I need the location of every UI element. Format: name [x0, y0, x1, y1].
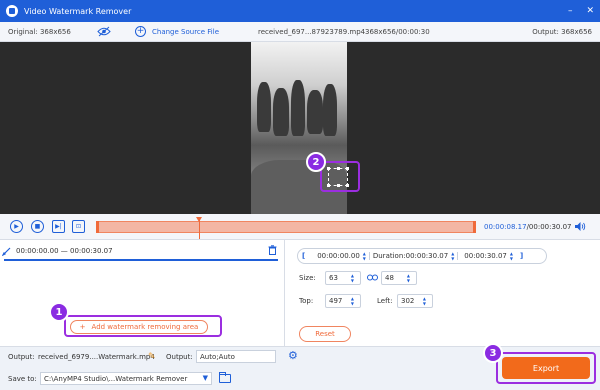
play-button[interactable]: ▶ [10, 220, 23, 233]
start-time-field[interactable]: 00:00:00.00 [317, 252, 360, 260]
playhead[interactable] [196, 217, 203, 239]
save-to-label: Save to: [8, 375, 37, 383]
duration-field[interactable]: 00:00:30.07 [406, 252, 449, 260]
edit-pencil-icon[interactable]: ✎ [148, 352, 156, 362]
size-label: Size: [299, 274, 316, 282]
height-field[interactable]: 48 ▲ ▼ [381, 271, 417, 285]
dropdown-arrow-icon[interactable]: ▼ [203, 374, 208, 382]
height-value: 48 [385, 274, 394, 282]
time-readout: 00:00:08.17/00:00:30.07 [484, 223, 572, 231]
window-title: Video Watermark Remover [24, 6, 132, 16]
minimize-button[interactable]: – [568, 6, 573, 16]
top-label: Top: [299, 297, 314, 305]
title-bar: Video Watermark Remover – ✕ [0, 0, 600, 22]
duration-spinner[interactable]: ▲ ▼ [451, 251, 454, 261]
plus-icon: + [135, 26, 146, 37]
set-start-bracket[interactable]: [ [302, 252, 305, 260]
volume-icon[interactable] [574, 221, 586, 234]
callout-badge-1: 1 [49, 302, 69, 322]
brush-icon [1, 246, 12, 258]
app-logo-icon [6, 5, 18, 17]
gear-icon[interactable]: ⚙ [288, 349, 298, 362]
area-settings-panel: [ 00:00:00.00 ▲ ▼ Duration: 00:00:30.07 ▲… [284, 240, 600, 346]
stop-button[interactable]: ■ [31, 220, 44, 233]
info-bar: Original: 368x656 + Change Source File r… [0, 22, 600, 42]
width-field[interactable]: 63 ▲ ▼ [325, 271, 361, 285]
callout-frame-3 [496, 352, 596, 384]
left-spinner[interactable]: ▲ ▼ [423, 296, 426, 306]
top-value: 497 [329, 297, 343, 305]
save-path-select[interactable]: C:\AnyMP4 Studio\...Watermark Remover ▼ [40, 372, 212, 385]
file-name: received_697...87923789.mp4 [258, 27, 366, 36]
end-time-field[interactable]: 00:00:30.07 [457, 252, 507, 260]
close-button[interactable]: ✕ [586, 6, 594, 16]
change-source-label: Change Source File [152, 27, 220, 36]
next-frame-button[interactable]: ▶| [52, 220, 65, 233]
file-meta: 368x656/00:00:30 [365, 27, 430, 36]
top-field[interactable]: 497 ▲ ▼ [325, 294, 361, 308]
player-controls: ▶ ■ ▶| ⊡ 00:00:08.17/00:00:30.07 [0, 214, 600, 240]
callout-frame-1 [64, 315, 222, 337]
left-value: 302 [401, 297, 415, 305]
output-file-name: received_6979....Watermark.mp4 [38, 353, 155, 361]
start-time-spinner[interactable]: ▲ ▼ [363, 251, 366, 261]
timeline-track[interactable] [96, 217, 476, 239]
width-value: 63 [329, 274, 338, 282]
output-label: Output: [8, 353, 35, 361]
total-time: /00:00:30.07 [526, 223, 572, 231]
trash-icon[interactable] [268, 245, 277, 257]
clip-time-range: 00:00:00.00 — 00:00:30.07 [16, 247, 113, 255]
original-resolution: Original: 368x656 [8, 27, 71, 36]
top-spinner[interactable]: ▲ ▼ [351, 296, 354, 306]
trim-start-handle[interactable] [96, 221, 99, 233]
height-spinner[interactable]: ▲ ▼ [407, 273, 410, 283]
output-format-label: Output: [166, 353, 193, 361]
left-field[interactable]: 302 ▲ ▼ [397, 294, 433, 308]
folder-icon[interactable] [219, 372, 231, 383]
set-end-bracket[interactable]: ] [520, 252, 523, 260]
output-resolution: Output: 368x656 [532, 27, 592, 36]
output-format-field[interactable]: Auto;Auto [196, 350, 276, 363]
trim-end-handle[interactable] [473, 221, 476, 233]
eye-slash-icon[interactable] [97, 26, 111, 39]
callout-badge-3: 3 [483, 343, 503, 363]
save-path-value: C:\AnyMP4 Studio\...Watermark Remover [44, 375, 188, 383]
callout-badge-2: 2 [306, 152, 326, 172]
link-icon[interactable] [367, 273, 378, 284]
current-time: 00:00:08.17 [484, 223, 527, 231]
reset-button[interactable]: Reset [299, 326, 351, 342]
duration-label: Duration: [368, 252, 406, 260]
clip-row[interactable]: 00:00:00.00 — 00:00:30.07 [1, 243, 278, 261]
left-label: Left: [377, 297, 393, 305]
change-source-button[interactable]: + Change Source File [135, 26, 219, 37]
time-range-row: [ 00:00:00.00 ▲ ▼ Duration: 00:00:30.07 ▲… [297, 248, 547, 264]
end-time-spinner[interactable]: ▲ ▼ [510, 251, 513, 261]
loop-button[interactable]: ⊡ [72, 220, 85, 233]
callout-frame-2 [320, 161, 360, 192]
video-preview [0, 42, 600, 214]
width-spinner[interactable]: ▲ ▼ [351, 273, 354, 283]
